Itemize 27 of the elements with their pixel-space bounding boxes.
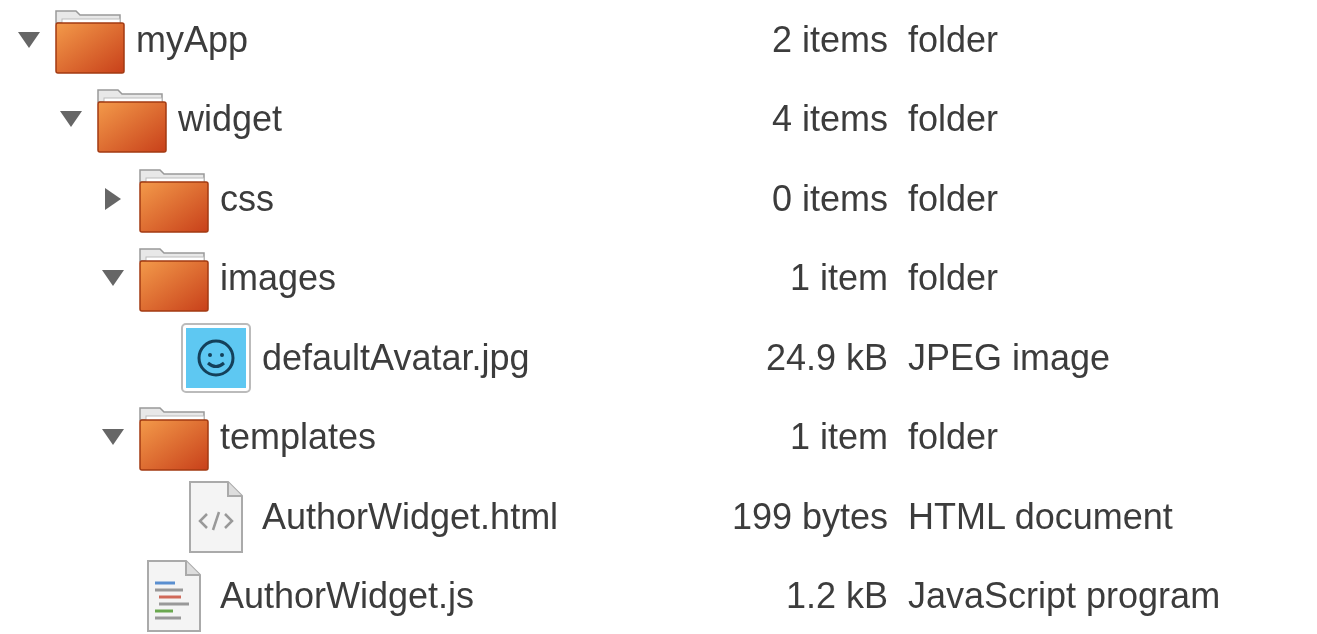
file-size: 2 items: [770, 17, 888, 62]
file-size: 1.2 kB: [784, 574, 888, 619]
file-type: folder: [908, 176, 999, 221]
file-type: JavaScript program: [908, 574, 1221, 619]
file-type: HTML document: [908, 494, 1173, 539]
image-thumbnail-icon: [180, 321, 252, 394]
file-name[interactable]: css: [220, 171, 274, 226]
file-size: 0 items: [770, 176, 888, 221]
file-name[interactable]: myApp: [136, 12, 249, 67]
file-type: folder: [908, 17, 999, 62]
html-file-icon: [187, 479, 245, 554]
file-name[interactable]: AuthorWidget.html: [262, 489, 559, 544]
file-size: 1 item: [788, 415, 888, 460]
script-file-icon: [145, 559, 203, 634]
file-type: folder: [908, 97, 999, 142]
file-name[interactable]: widget: [178, 92, 283, 147]
file-type: JPEG image: [908, 335, 1111, 380]
file-size: 24.9 kB: [764, 335, 888, 380]
file-size: 4 items: [770, 97, 888, 142]
file-type: folder: [908, 415, 999, 460]
file-name[interactable]: templates: [220, 410, 377, 465]
file-size: 199 bytes: [730, 494, 888, 539]
file-type: folder: [908, 256, 999, 301]
file-name[interactable]: AuthorWidget.js: [220, 569, 475, 624]
file-size: 1 item: [788, 256, 888, 301]
file-name[interactable]: defaultAvatar.jpg: [262, 330, 530, 385]
file-name[interactable]: images: [220, 251, 337, 306]
